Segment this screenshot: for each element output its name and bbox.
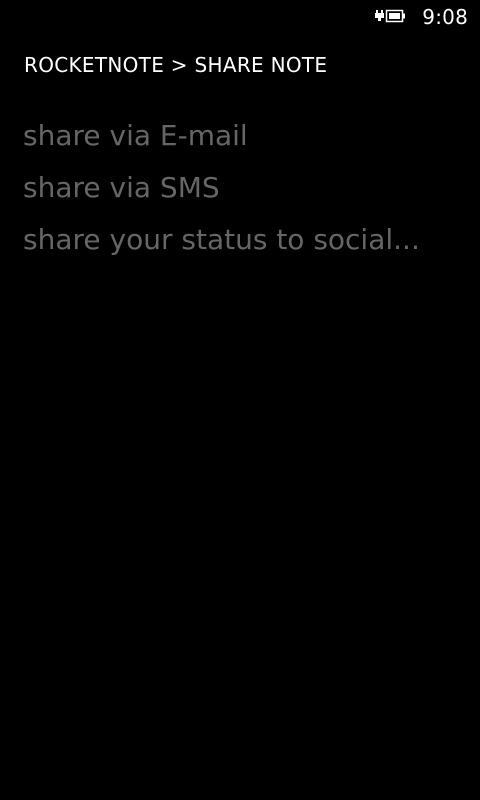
- status-bar: 9:08: [0, 0, 480, 32]
- share-options-list: share via E-mail share via SMS share you…: [23, 110, 463, 266]
- clock: 9:08: [422, 5, 468, 29]
- page-title: ROCKETNOTE > SHARE NOTE: [24, 53, 328, 77]
- battery-charging-icon: [374, 8, 406, 24]
- share-sms-item[interactable]: share via SMS: [23, 162, 463, 214]
- share-social-item[interactable]: share your status to social...: [23, 214, 463, 266]
- share-email-item[interactable]: share via E-mail: [23, 110, 463, 162]
